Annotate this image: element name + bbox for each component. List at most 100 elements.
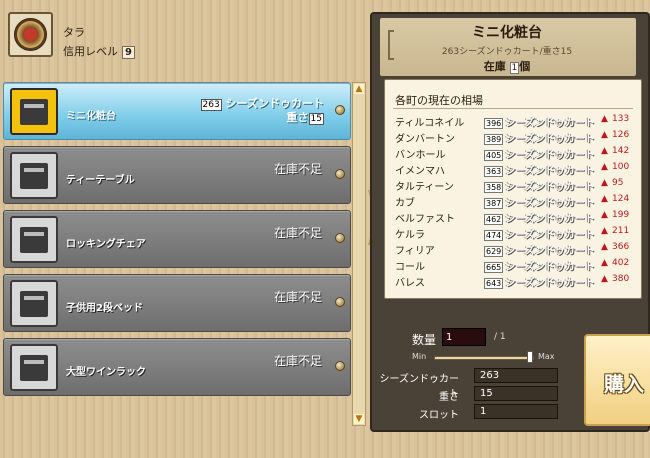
bunk-bed-icon: [10, 280, 58, 327]
price-diff: 211: [612, 226, 630, 236]
list-item-wine-rack[interactable]: 大型ワインラック 在庫不足: [3, 338, 351, 396]
divider: [393, 108, 633, 109]
town-name: フィリア: [395, 246, 435, 257]
list-item-tea-table[interactable]: ティーテーブル 在庫不足: [3, 146, 351, 204]
radio-indicator-icon: [335, 105, 345, 115]
detail-stock: 在庫 1個: [483, 60, 531, 74]
market-row: ベルファスト 462 シーズンドゥカート ▲ 199: [385, 208, 643, 225]
item-name: ティーテーブル: [66, 175, 135, 186]
slider-min-label: Min: [412, 352, 427, 361]
market-row: コール 665 シーズンドゥカート ▲ 402: [385, 256, 643, 273]
price-diff: 142: [612, 146, 630, 156]
town-price: 389 シーズンドゥカート: [484, 134, 595, 145]
quantity-slider-handle[interactable]: [527, 351, 533, 363]
price-up-icon: ▲: [601, 274, 608, 284]
town-price: 363 シーズンドゥカート: [484, 166, 595, 177]
price-diff: 380: [612, 274, 630, 284]
town-price: 462 シーズンドゥカート: [484, 214, 595, 225]
quantity-slider[interactable]: [434, 356, 534, 360]
list-item-bunk-bed[interactable]: 子供用2段ベッド 在庫不足: [3, 274, 351, 332]
list-item-mini-dresser[interactable]: ミニ化粧台 263 シーズンドゥカート 重さ 15: [3, 82, 351, 140]
town-name: バンホール: [395, 150, 446, 161]
item-name: 大型ワインラック: [66, 367, 146, 378]
radio-indicator-icon: [335, 169, 345, 179]
scroll-up-icon[interactable]: ▲: [354, 84, 364, 94]
radio-indicator-icon: [335, 361, 345, 371]
quantity-label: 数量: [412, 333, 437, 347]
market-row: ダンバートン 389 シーズンドゥカート ▲ 126: [385, 128, 643, 145]
price-diff: 126: [612, 130, 630, 140]
item-name: ミニ化粧台: [66, 111, 116, 122]
town-price: 474 シーズンドゥカート: [484, 230, 595, 241]
detail-subtitle: 263シーズンドゥカート/重さ15: [441, 47, 573, 57]
town-name: イメンマハ: [395, 166, 445, 177]
price-diff: 133: [612, 114, 630, 124]
merchant-emblem-icon: [8, 12, 53, 57]
town-price: 358 シーズンドゥカート: [484, 182, 595, 193]
quantity-input[interactable]: 1: [442, 328, 486, 346]
town-name: コール: [395, 262, 425, 273]
price-diff: 100: [612, 162, 630, 172]
town-name: タルティーン: [395, 182, 454, 193]
market-row: フィリア 629 シーズンドゥカート ▲ 366: [385, 240, 643, 257]
stock-status: 在庫不足: [273, 162, 322, 176]
market-row: ティルコネイル 396 シーズンドゥカート ▲ 133: [385, 112, 643, 129]
town-price: 665 シーズンドゥカート: [484, 262, 595, 273]
price-up-icon: ▲: [601, 146, 608, 156]
list-item-rocking-chair[interactable]: ロッキングチェア 在庫不足: [3, 210, 351, 268]
total-currency-value: 263: [474, 368, 558, 383]
price-diff: 95: [612, 178, 624, 188]
price-diff: 402: [612, 258, 630, 268]
buy-button[interactable]: 購入: [584, 334, 650, 426]
tea-table-icon: [10, 152, 58, 199]
detail-panel: ミニ化粧台 263シーズンドゥカート/重さ15 在庫 1個 各町の現在の相場 テ…: [370, 12, 650, 432]
market-row: カブ 387 シーズンドゥカート ▲ 124: [385, 192, 643, 209]
total-weight-label: 重さ: [439, 392, 459, 403]
price-up-icon: ▲: [601, 178, 608, 188]
item-list: ミニ化粧台 263 シーズンドゥカート 重さ 15 ティーテーブル 在庫不足 ロッ…: [3, 78, 353, 428]
item-name: ロッキングチェア: [66, 239, 146, 250]
stock-status: 在庫不足: [273, 354, 322, 368]
town-price: 643 シーズンドゥカート: [484, 278, 595, 289]
town-name: ベルファスト: [395, 214, 455, 225]
price-up-icon: ▲: [601, 130, 608, 140]
detail-title: ミニ化粧台: [472, 25, 542, 41]
scroll-down-icon[interactable]: ▼: [354, 414, 364, 424]
slot-value: 1: [474, 404, 558, 419]
quantity-max: / 1: [494, 332, 506, 342]
price-up-icon: ▲: [601, 258, 608, 268]
item-name: 子供用2段ベッド: [66, 303, 143, 314]
slider-max-label: Max: [538, 352, 555, 361]
town-name: カブ: [395, 198, 415, 209]
town-price: 387 シーズンドゥカート: [484, 198, 595, 209]
town-name: ティルコネイル: [395, 118, 465, 129]
stock-status: 在庫不足: [273, 290, 322, 304]
market-row: ケルラ 474 シーズンドゥカート ▲ 211: [385, 224, 643, 241]
wine-rack-icon: [10, 344, 58, 391]
item-list-scrollbar[interactable]: ▲ ▼: [352, 82, 366, 426]
town-name: ケルラ: [395, 230, 425, 241]
market-row: イメンマハ 363 シーズンドゥカート ▲ 100: [385, 160, 643, 177]
market-price-table: 各町の現在の相場 ティルコネイル 396 シーズンドゥカート ▲ 133 ダンバートン 38…: [384, 79, 642, 299]
price-up-icon: ▲: [601, 210, 608, 220]
town-name: バレス: [395, 278, 425, 289]
slot-label: スロット: [419, 410, 459, 421]
price-diff: 124: [612, 194, 630, 204]
market-row: バレス 643 シーズンドゥカート ▲ 380: [385, 272, 643, 289]
price-up-icon: ▲: [601, 194, 608, 204]
town-price: 629 シーズンドゥカート: [484, 246, 595, 257]
radio-indicator-icon: [335, 297, 345, 307]
market-row: バンホール 405 シーズンドゥカート ▲ 142: [385, 144, 643, 161]
price-up-icon: ▲: [601, 242, 608, 252]
dresser-icon: [10, 88, 58, 135]
stock-status: 在庫不足: [273, 226, 322, 240]
radio-indicator-icon: [335, 233, 345, 243]
town-price: 396 シーズンドゥカート: [484, 118, 595, 129]
credit-level: 信用レベル 9: [63, 43, 135, 59]
price-up-icon: ▲: [601, 226, 608, 236]
price-up-icon: ▲: [601, 114, 608, 124]
rocking-chair-icon: [10, 216, 58, 263]
total-weight-value: 15: [474, 386, 558, 401]
merchant-header: タラ 信用レベル 9: [0, 0, 370, 74]
price-up-icon: ▲: [601, 162, 608, 172]
